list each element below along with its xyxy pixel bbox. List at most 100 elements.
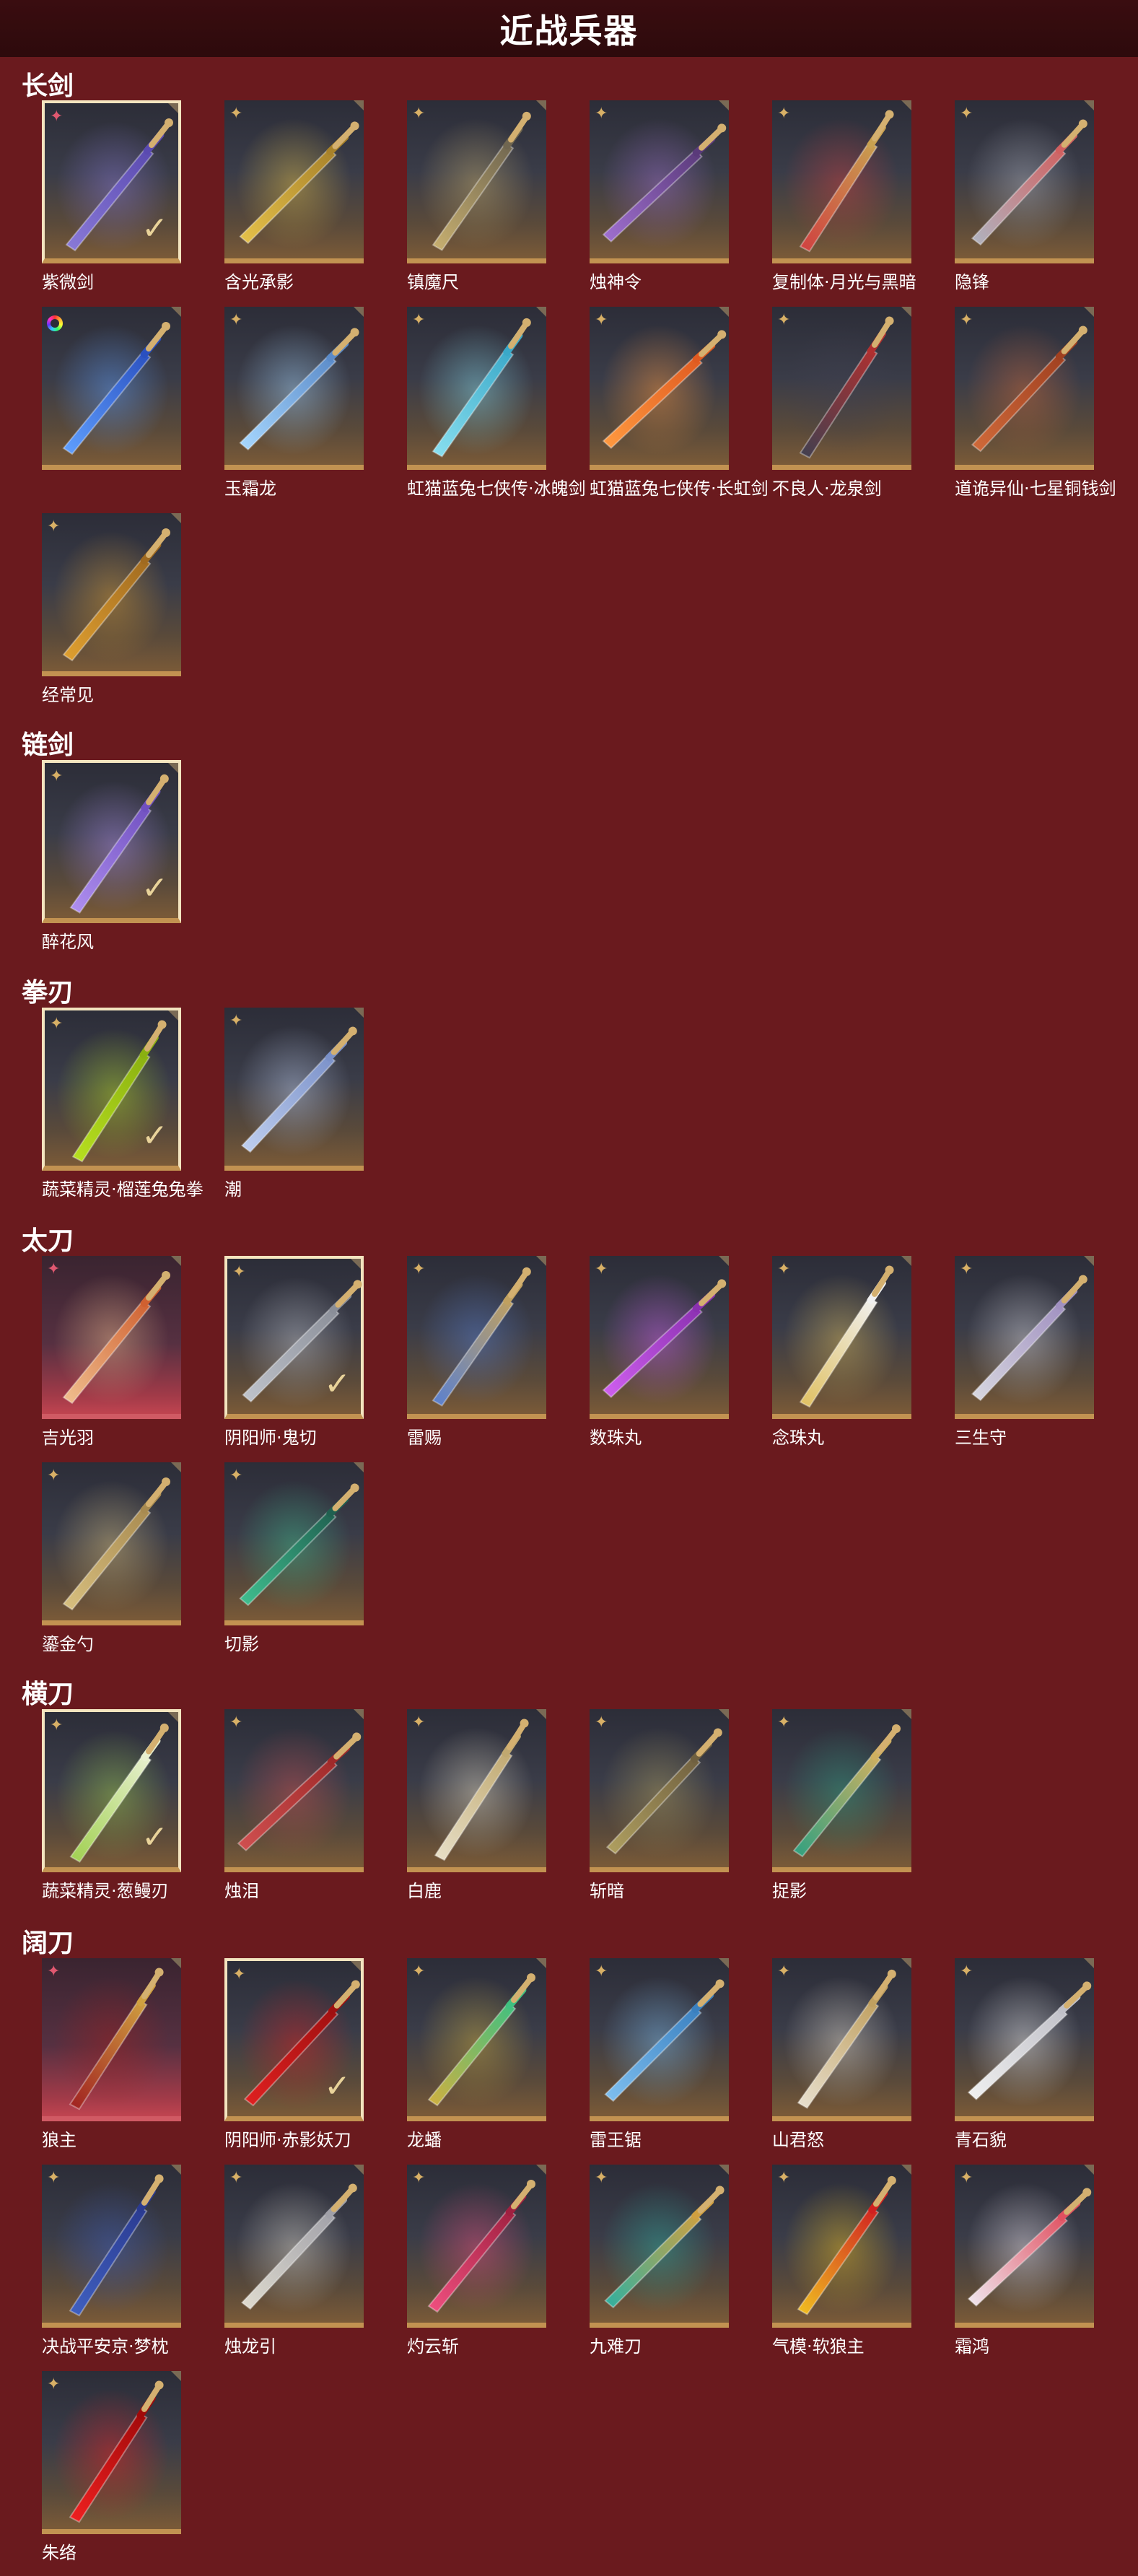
weapon-card[interactable]: ✦ 雷王锯	[590, 1958, 729, 2150]
weapon-thumbnail[interactable]: ✦	[955, 2165, 1094, 2328]
weapon-thumbnail[interactable]: ✦	[772, 100, 911, 263]
weapon-card[interactable]: ✦ 隐锋	[955, 100, 1094, 292]
weapon-art-icon	[419, 1267, 534, 1407]
weapon-thumbnail[interactable]: ✦	[955, 307, 1094, 470]
weapon-thumbnail[interactable]: ✦	[772, 2165, 911, 2328]
weapon-card[interactable]: ✦ 鎏金勺	[42, 1462, 181, 1654]
weapon-name: 虹猫蓝兔七侠传·冰魄剑	[407, 479, 586, 499]
rarity-star-icon: ✦	[232, 1263, 246, 1281]
weapon-card[interactable]: ✦ ✓ 紫微剑	[42, 100, 181, 292]
weapon-thumbnail[interactable]: ✦ ✓	[42, 1709, 181, 1872]
weapon-thumbnail[interactable]	[42, 307, 181, 470]
weapon-card[interactable]: ✦ 灼云斩	[407, 2165, 546, 2357]
weapon-thumbnail[interactable]: ✦	[224, 307, 364, 470]
weapon-card[interactable]: ✦ 虹猫蓝兔七侠传·冰魄剑	[407, 307, 586, 499]
weapon-thumbnail[interactable]: ✦	[772, 307, 911, 470]
weapon-thumbnail[interactable]: ✦	[772, 1958, 911, 2121]
weapon-thumbnail[interactable]: ✦	[407, 100, 546, 263]
section-title: 横刀	[22, 1680, 74, 1709]
weapon-thumbnail[interactable]: ✦ ✓	[42, 1008, 181, 1171]
weapon-card[interactable]: ✦ 念珠丸	[772, 1256, 911, 1448]
weapon-card[interactable]: ✦ 烛神令	[590, 100, 729, 292]
weapon-thumbnail[interactable]: ✦ ✓	[42, 760, 181, 923]
rarity-star-icon: ✦	[595, 1962, 608, 1981]
rarity-star-icon: ✦	[232, 1965, 246, 1983]
weapon-thumbnail[interactable]: ✦	[407, 1256, 546, 1419]
weapon-thumbnail[interactable]: ✦	[407, 2165, 546, 2328]
weapon-thumbnail[interactable]: ✦	[42, 1462, 181, 1625]
weapon-thumbnail[interactable]: ✦	[224, 1709, 364, 1872]
weapon-card[interactable]: ✦ 斩暗	[590, 1709, 729, 1901]
weapon-thumbnail[interactable]: ✦	[590, 1256, 729, 1419]
weapon-thumbnail[interactable]: ✦	[42, 2371, 181, 2534]
rarity-star-icon: ✦	[47, 1260, 61, 1278]
weapon-thumbnail[interactable]: ✦ ✓	[224, 1256, 364, 1419]
weapon-card[interactable]: ✦ 虹猫蓝兔七侠传·长虹剑	[590, 307, 769, 499]
weapon-card[interactable]: ✦ 白鹿	[407, 1709, 546, 1901]
weapon-thumbnail[interactable]: ✦	[407, 1958, 546, 2121]
weapon-thumbnail[interactable]: ✦	[955, 1256, 1094, 1419]
weapon-thumbnail[interactable]: ✦	[590, 307, 729, 470]
weapon-card[interactable]: ✦ 数珠丸	[590, 1256, 729, 1448]
weapon-card[interactable]: ✦ 道诡异仙·七星铜钱剑	[955, 307, 1116, 499]
weapon-card[interactable]: ✦ 吉光羽	[42, 1256, 181, 1448]
weapon-card[interactable]: ✦ 潮	[224, 1008, 364, 1200]
weapon-thumbnail[interactable]: ✦	[772, 1709, 911, 1872]
weapon-card[interactable]: ✦ 霜鸿	[955, 2165, 1094, 2357]
weapon-card[interactable]: ✦ ✓ 蔬菜精灵·葱鳗刃	[42, 1709, 181, 1901]
rarity-star-icon: ✦	[47, 1962, 61, 1981]
rarity-star-icon: ✦	[595, 2169, 608, 2187]
weapon-card[interactable]: ✦ ✓ 蔬菜精灵·榴莲兔兔拳	[42, 1008, 203, 1200]
weapon-thumbnail[interactable]: ✦	[772, 1256, 911, 1419]
weapon-thumbnail[interactable]: ✦	[42, 2165, 181, 2328]
weapon-thumbnail[interactable]: ✦	[407, 1709, 546, 1872]
weapon-thumbnail[interactable]: ✦	[590, 100, 729, 263]
weapon-card[interactable]: ✦ 狼主	[42, 1958, 181, 2150]
weapon-name: 切影	[224, 1634, 259, 1654]
weapon-card[interactable]	[42, 307, 181, 470]
rarity-star-icon: ✦	[47, 2169, 61, 2187]
weapon-card[interactable]: ✦ 经常见	[42, 513, 181, 705]
weapon-card[interactable]: ✦ 龙蟠	[407, 1958, 546, 2150]
weapon-name: 醉花风	[42, 932, 94, 952]
weapon-thumbnail[interactable]: ✦	[224, 100, 364, 263]
weapon-card[interactable]: ✦ ✓ 阴阳师·鬼切	[224, 1256, 364, 1448]
weapon-card[interactable]: ✦ 含光承影	[224, 100, 364, 292]
weapon-name: 三生守	[955, 1428, 1007, 1448]
weapon-thumbnail[interactable]: ✦	[590, 1709, 729, 1872]
weapon-card[interactable]: ✦ 青石貌	[955, 1958, 1094, 2150]
weapon-thumbnail[interactable]: ✦	[590, 2165, 729, 2328]
weapon-thumbnail[interactable]: ✦	[955, 100, 1094, 263]
weapon-card[interactable]: ✦ 烛龙引	[224, 2165, 364, 2357]
weapon-thumbnail[interactable]: ✦	[42, 1256, 181, 1419]
weapon-card[interactable]: ✦ 九难刀	[590, 2165, 729, 2357]
weapon-card[interactable]: ✦ 不良人·龙泉剑	[772, 307, 911, 499]
weapon-card[interactable]: ✦ 气模·软狼主	[772, 2165, 911, 2357]
weapon-thumbnail[interactable]: ✦	[955, 1958, 1094, 2121]
weapon-card[interactable]: ✦ 三生守	[955, 1256, 1094, 1448]
weapon-thumbnail[interactable]: ✦ ✓	[224, 1958, 364, 2121]
weapon-card[interactable]: ✦ 朱络	[42, 2371, 181, 2563]
weapon-thumbnail[interactable]: ✦	[224, 2165, 364, 2328]
weapon-card[interactable]: ✦ 烛泪	[224, 1709, 364, 1901]
weapon-card[interactable]: ✦ 镇魔尺	[407, 100, 546, 292]
weapon-thumbnail[interactable]: ✦	[42, 1958, 181, 2121]
weapon-card[interactable]: ✦ 切影	[224, 1462, 364, 1654]
weapon-card[interactable]: ✦ 捉影	[772, 1709, 911, 1901]
weapon-name: 烛神令	[590, 272, 642, 292]
weapon-thumbnail[interactable]: ✦ ✓	[42, 100, 181, 263]
weapon-card[interactable]: ✦ 雷赐	[407, 1256, 546, 1448]
weapon-thumbnail[interactable]: ✦	[224, 1008, 364, 1171]
weapon-name: 玉霜龙	[224, 479, 276, 499]
weapon-thumbnail[interactable]: ✦	[42, 513, 181, 676]
weapon-card[interactable]: ✦ 山君怒	[772, 1958, 911, 2150]
weapon-card[interactable]: ✦ ✓ 阴阳师·赤影妖刀	[224, 1958, 364, 2150]
weapon-card[interactable]: ✦ ✓ 醉花风	[42, 760, 181, 952]
weapon-thumbnail[interactable]: ✦	[590, 1958, 729, 2121]
weapon-card[interactable]: ✦ 玉霜龙	[224, 307, 364, 499]
weapon-name: 龙蟠	[407, 2130, 442, 2150]
weapon-thumbnail[interactable]: ✦	[407, 307, 546, 470]
weapon-card[interactable]: ✦ 决战平安京·梦枕	[42, 2165, 181, 2357]
weapon-thumbnail[interactable]: ✦	[224, 1462, 364, 1625]
weapon-card[interactable]: ✦ 复制体·月光与黑暗	[772, 100, 916, 292]
